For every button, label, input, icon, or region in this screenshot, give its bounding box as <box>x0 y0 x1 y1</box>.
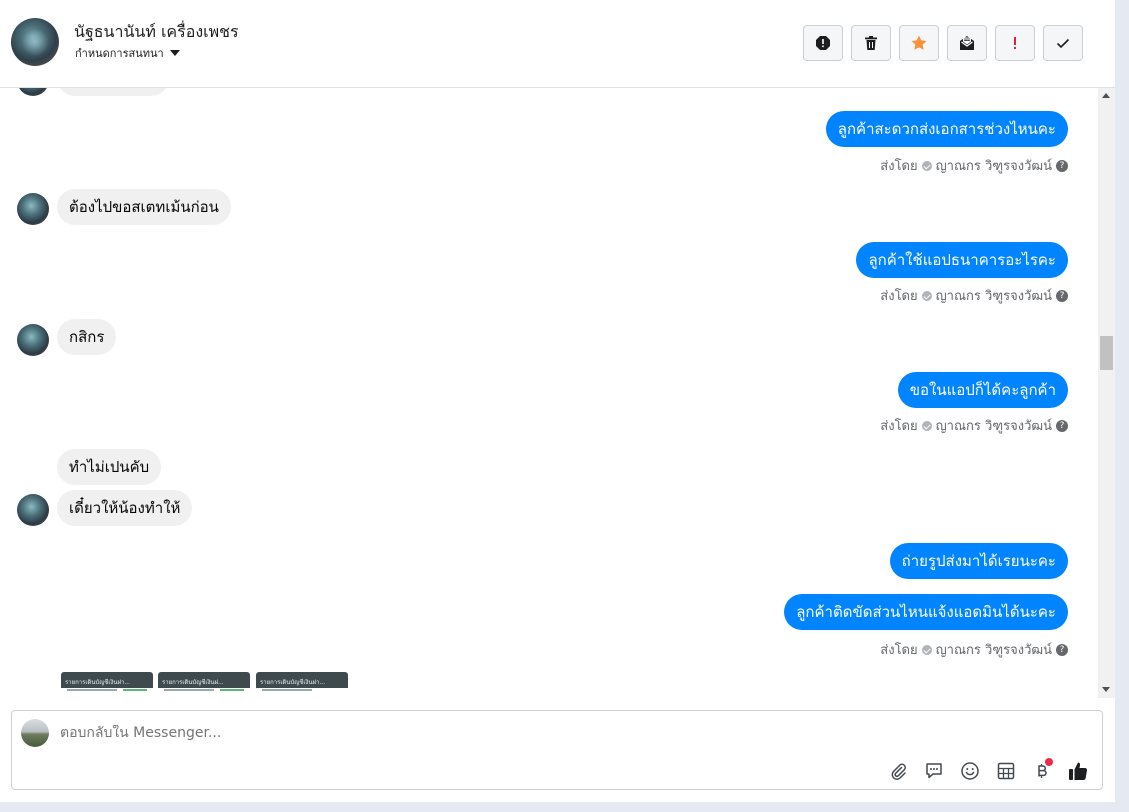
star-icon <box>911 35 927 50</box>
page-avatar <box>21 719 49 747</box>
contact-name[interactable]: นัฐธนานันท์ เครื่องเพชร <box>74 20 239 45</box>
image-attachment[interactable]: รายการเดินบัญชีเงินฝา... <box>256 672 348 694</box>
conversation-panel: นัฐธนานันท์ เครื่องเพชร กำหนดการสนทนา ลู… <box>0 0 1115 802</box>
sent-by-prefix: ส่งโดย <box>880 289 918 304</box>
contact-avatar[interactable] <box>11 18 59 66</box>
important-icon <box>1014 37 1016 49</box>
reply-input[interactable] <box>60 725 960 741</box>
emoji-button[interactable] <box>956 757 984 785</box>
scroll-down-arrow-icon[interactable] <box>1102 687 1110 692</box>
incoming-message-bubble[interactable] <box>57 88 169 96</box>
sent-by-line: ส่งโดย ญาณกร วิฑูรจงวัฒน์ ? <box>880 415 1068 436</box>
attachment-caption: รายการเดินบัญชีเงินฝา... <box>260 679 326 686</box>
sent-by-line: ส่งโดย ญาณกร วิฑูรจงวัฒน์ ? <box>880 285 1068 306</box>
attach-icon <box>891 763 906 780</box>
thumbs-up-icon <box>1069 762 1088 781</box>
payment-button[interactable] <box>1028 757 1056 785</box>
sent-by-agent: ญาณกร วิฑูรจงวัฒน์ <box>935 419 1052 434</box>
sent-by-agent: ญาณกร วิฑูรจงวัฒน์ <box>935 289 1052 304</box>
table-icon <box>997 762 1015 780</box>
incoming-message-bubble[interactable]: ต้องไปขอสเตทเม้นก่อน <box>57 189 231 225</box>
verified-check-icon <box>921 160 932 171</box>
contact-avatar-small[interactable] <box>17 88 49 96</box>
sent-by-prefix: ส่งโดย <box>880 643 918 658</box>
attachment-caption: รายการเดินบัญชีเงินฝ... <box>162 679 224 686</box>
sent-by-agent: ญาณกร วิฑูรจงวัฒน์ <box>935 643 1052 658</box>
outgoing-message-bubble[interactable]: ถ่ายรูปส่งมาได้เรยนะคะ <box>889 543 1068 579</box>
check-icon <box>1056 38 1070 49</box>
conversation-label-dropdown[interactable]: กำหนดการสนทนา <box>75 44 180 62</box>
report-spam-icon <box>816 36 830 50</box>
image-attachment[interactable]: รายการเดินบัญชีเงินฝ... <box>158 672 250 694</box>
sent-by-line: ส่งโดย ญาณกร วิฑูรจงวัฒน์ ? <box>880 639 1068 660</box>
incoming-message-bubble[interactable]: กสิกร <box>57 319 117 355</box>
help-icon[interactable]: ? <box>1056 419 1068 432</box>
saved-replies-icon <box>926 763 942 779</box>
delete-button[interactable] <box>851 25 891 61</box>
sent-by-agent: ญาณกร วิฑูรจงวัฒน์ <box>935 159 1052 174</box>
message-list[interactable]: ลูกค้าสะดวกส่งเอกสารช่วงไหนคะ ส่งโดย ญาณ… <box>0 88 1098 698</box>
verified-check-icon <box>921 290 932 301</box>
caret-down-icon <box>169 50 180 56</box>
reply-composer <box>11 710 1103 790</box>
attachment-caption: รายการเดินบัญชีเงินฝา... <box>65 679 131 686</box>
mark-unread-button[interactable] <box>947 25 987 61</box>
outgoing-message-bubble[interactable]: ลูกค้าติดขัดส่วนไหนแจ้งแอดมินได้นะคะ <box>784 594 1068 630</box>
scroll-up-arrow-icon[interactable] <box>1102 93 1110 98</box>
contact-avatar-small[interactable] <box>17 324 49 356</box>
contact-avatar-small[interactable] <box>17 193 49 225</box>
help-icon[interactable]: ? <box>1056 289 1068 302</box>
mark-important-button[interactable] <box>995 25 1035 61</box>
attach-button[interactable] <box>884 757 912 785</box>
scrollbar-thumb[interactable] <box>1100 336 1113 370</box>
help-icon[interactable]: ? <box>1056 643 1068 656</box>
mark-done-button[interactable] <box>1043 25 1083 61</box>
table-button[interactable] <box>992 757 1020 785</box>
sent-by-prefix: ส่งโดย <box>880 159 918 174</box>
help-icon[interactable]: ? <box>1056 159 1068 172</box>
send-like-button[interactable] <box>1064 757 1092 785</box>
incoming-message-bubble[interactable]: ทำไม่เปนคับ <box>57 449 162 485</box>
outgoing-message-bubble[interactable]: ลูกค้าใช้แอปธนาคารอะไรคะ <box>856 242 1068 278</box>
composer-actions <box>884 757 1092 785</box>
saved-replies-button[interactable] <box>920 757 948 785</box>
emoji-icon <box>961 762 979 780</box>
outgoing-message-bubble[interactable]: ลูกค้าสะดวกส่งเอกสารช่วงไหนคะ <box>825 111 1068 147</box>
contact-avatar-small[interactable] <box>17 494 49 526</box>
conversation-label-text: กำหนดการสนทนา <box>75 47 164 60</box>
message-scrollbar[interactable] <box>1098 88 1115 698</box>
incoming-message-bubble[interactable]: เดี๋ยวให้น้องทำให้ <box>57 490 193 526</box>
report-spam-button[interactable] <box>803 25 843 61</box>
verified-check-icon <box>921 420 932 431</box>
mark-unread-icon <box>960 36 974 50</box>
sent-by-line: ส่งโดย ญาณกร วิฑูรจงวัฒน์ ? <box>880 155 1068 176</box>
sent-by-prefix: ส่งโดย <box>880 419 918 434</box>
verified-check-icon <box>921 644 932 655</box>
trash-icon <box>865 36 877 50</box>
outgoing-message-bubble[interactable]: ขอในแอปก็ได้คะลูกค้า <box>897 372 1068 408</box>
star-button[interactable] <box>899 25 939 61</box>
image-attachment[interactable]: รายการเดินบัญชีเงินฝา... <box>61 672 153 694</box>
notification-dot <box>1045 758 1053 766</box>
conversation-toolbar <box>803 25 1083 61</box>
conversation-header: นัฐธนานันท์ เครื่องเพชร กำหนดการสนทนา <box>0 0 1115 88</box>
